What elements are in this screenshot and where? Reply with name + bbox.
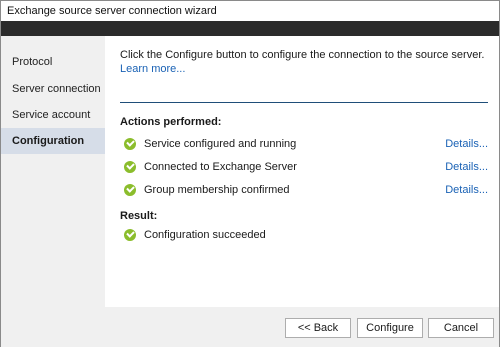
window-title: Exchange source server connection wizard xyxy=(7,5,217,17)
learn-more-link[interactable]: Learn more... xyxy=(120,63,185,75)
action-label: Connected to Exchange Server xyxy=(144,161,297,173)
action-label: Group membership confirmed xyxy=(144,184,290,196)
details-link[interactable]: Details... xyxy=(445,184,488,196)
button-bar: << Back Configure Cancel xyxy=(1,307,499,347)
action-row: Group membership confirmed Details... xyxy=(120,182,488,198)
sidebar-item-configuration[interactable]: Configuration xyxy=(1,128,105,154)
header-band xyxy=(1,21,499,36)
action-label: Service configured and running xyxy=(144,138,297,150)
intro-text: Click the Configure button to configure … xyxy=(120,49,485,61)
result-heading: Result: xyxy=(120,210,158,222)
sidebar-item-label: Server connection xyxy=(12,83,101,95)
section-divider xyxy=(120,102,488,103)
cancel-button[interactable]: Cancel xyxy=(428,318,494,338)
sidebar-item-protocol[interactable]: Protocol xyxy=(1,49,105,75)
action-row: Connected to Exchange Server Details... xyxy=(120,159,488,175)
wizard-steps-sidebar: Protocol Server connection Service accou… xyxy=(1,36,105,307)
check-circle-icon xyxy=(124,161,136,173)
sidebar-item-label: Configuration xyxy=(12,135,85,147)
main-panel: Click the Configure button to configure … xyxy=(105,36,499,307)
sidebar-item-service-account[interactable]: Service account xyxy=(1,102,105,128)
check-circle-icon xyxy=(124,138,136,150)
sidebar-item-server-connection[interactable]: Server connection xyxy=(1,76,105,102)
result-label: Configuration succeeded xyxy=(144,229,266,241)
action-row: Service configured and running Details..… xyxy=(120,136,488,152)
actions-heading: Actions performed: xyxy=(120,116,222,128)
sidebar-item-label: Service account xyxy=(12,109,91,121)
details-link[interactable]: Details... xyxy=(445,138,488,150)
wizard-window: Exchange source server connection wizard… xyxy=(0,0,500,347)
sidebar-item-label: Protocol xyxy=(12,56,53,68)
result-row: Configuration succeeded xyxy=(120,227,488,243)
check-circle-icon xyxy=(124,229,136,241)
configure-button[interactable]: Configure xyxy=(357,318,423,338)
check-circle-icon xyxy=(124,184,136,196)
title-bar: Exchange source server connection wizard xyxy=(1,1,499,21)
back-button[interactable]: << Back xyxy=(285,318,351,338)
details-link[interactable]: Details... xyxy=(445,161,488,173)
